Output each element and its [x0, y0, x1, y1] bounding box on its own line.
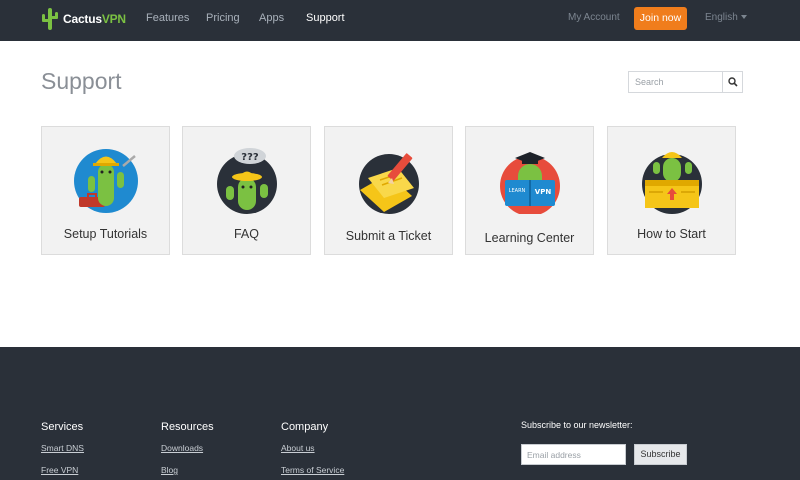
- logo-word-vpn: VPN: [101, 12, 126, 26]
- footer-heading-company: Company: [281, 421, 329, 433]
- footer-link-about-us[interactable]: About us: [281, 443, 315, 453]
- newsletter-title: Subscribe to our newsletter:: [521, 420, 633, 430]
- nav-apps[interactable]: Apps: [259, 12, 284, 24]
- cactus-logo-icon: [42, 8, 58, 30]
- search-icon: [727, 77, 738, 87]
- footer-heading-services: Services: [41, 421, 84, 433]
- question-cactus-icon: ???: [217, 148, 277, 214]
- card-submit-ticket[interactable]: Submit a Ticket: [324, 126, 453, 255]
- search-input[interactable]: [628, 71, 722, 93]
- footer-link-terms[interactable]: Terms of Service: [281, 465, 344, 475]
- footer-link-blog[interactable]: Blog: [161, 465, 178, 475]
- card-faq[interactable]: ??? FAQ: [182, 126, 311, 255]
- footer-link-smart-dns[interactable]: Smart DNS: [41, 443, 84, 453]
- card-label: Learning Center: [484, 231, 575, 245]
- search-box: [628, 71, 743, 93]
- join-now-button[interactable]: Join now: [634, 7, 687, 30]
- card-learning-center[interactable]: LEARN VPN Learning Center: [465, 126, 594, 255]
- svg-text:???: ???: [241, 152, 259, 163]
- card-setup-tutorials[interactable]: Setup Tutorials: [41, 126, 170, 255]
- svg-text:LEARN: LEARN: [509, 188, 526, 194]
- nav-support[interactable]: Support: [306, 12, 345, 24]
- footer-link-downloads[interactable]: Downloads: [161, 443, 203, 453]
- footer-heading-resources: Resources: [161, 421, 214, 433]
- svg-text:VPN: VPN: [535, 188, 552, 196]
- cactusvpn-logo[interactable]: CactusVPN: [41, 5, 126, 33]
- learning-cactus-icon: LEARN VPN: [500, 152, 560, 214]
- card-label: Setup Tutorials: [63, 227, 148, 241]
- newsletter-email-input[interactable]: [521, 444, 626, 465]
- subscribe-button[interactable]: Subscribe: [634, 444, 687, 465]
- caret-down-icon: [740, 15, 747, 20]
- nav-pricing[interactable]: Pricing: [206, 12, 240, 24]
- ticket-pencil-icon: [359, 153, 419, 214]
- my-account-link[interactable]: My Account: [568, 12, 620, 23]
- footer-link-free-vpn[interactable]: Free VPN: [41, 465, 78, 475]
- language-label: English: [705, 12, 738, 23]
- card-label: How to Start: [637, 227, 706, 241]
- nav-features[interactable]: Features: [146, 12, 189, 24]
- footer: Services Smart DNS Free VPN Resources Do…: [0, 347, 800, 480]
- card-label: Submit a Ticket: [345, 229, 432, 243]
- page-title: Support: [41, 68, 122, 94]
- logo-word-cactus: Cactus: [63, 12, 102, 26]
- card-label: FAQ: [233, 227, 259, 241]
- language-selector[interactable]: English: [705, 12, 747, 23]
- top-navigation-bar: CactusVPN Features Pricing Apps Support …: [0, 0, 800, 41]
- box-cactus-icon: [642, 152, 702, 214]
- card-how-to-start[interactable]: How to Start: [607, 126, 736, 255]
- search-button[interactable]: [722, 71, 743, 93]
- worker-cactus-icon: [74, 149, 138, 213]
- logo-text: CactusVPN: [63, 12, 126, 26]
